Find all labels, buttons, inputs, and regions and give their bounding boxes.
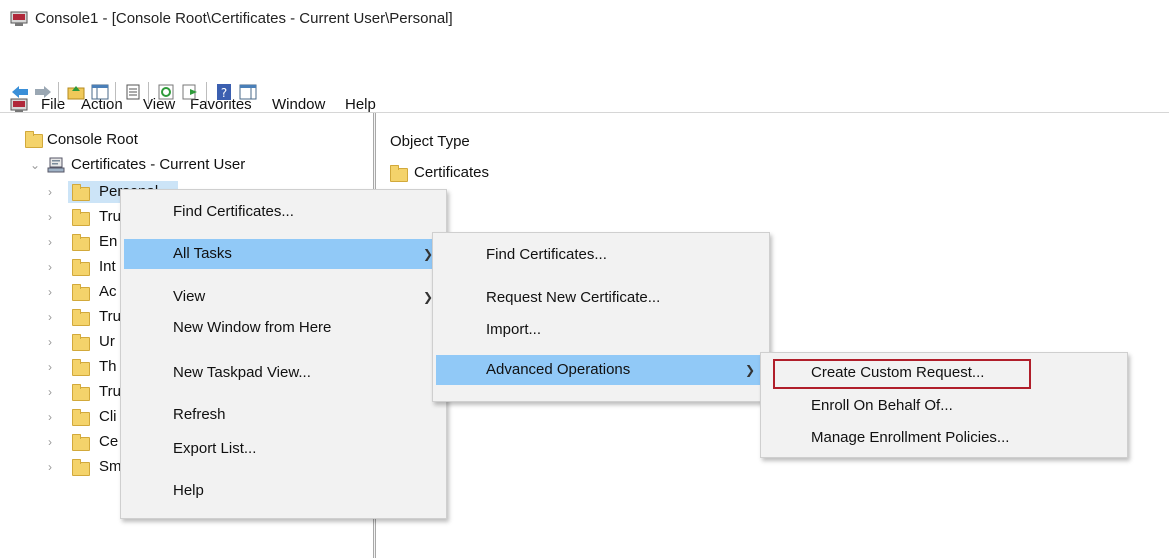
tree-item-label: Tru xyxy=(99,208,121,225)
folder-icon xyxy=(72,334,90,351)
folder-icon xyxy=(72,234,90,251)
mmc-app-icon xyxy=(10,11,28,26)
tree-item-label: Ac xyxy=(99,283,117,300)
show-hide-tree-icon[interactable] xyxy=(90,83,110,101)
refresh-icon[interactable] xyxy=(156,83,176,101)
chevron-right-icon[interactable]: › xyxy=(48,285,52,299)
chevron-right-icon[interactable]: › xyxy=(48,335,52,349)
up-folder-icon[interactable] xyxy=(66,83,86,101)
tree-item-label: Tru xyxy=(99,383,121,400)
tree-item-label: Sm xyxy=(99,458,122,475)
chevron-right-icon[interactable]: › xyxy=(48,460,52,474)
submenu-item-find-certificates[interactable]: Find Certificates... xyxy=(486,246,607,263)
menu-bar: File Action View Favorites Window Help xyxy=(0,46,1169,113)
folder-icon xyxy=(25,131,43,148)
menu-item-all-tasks[interactable]: All Tasks ❯ xyxy=(124,239,443,269)
help-icon[interactable]: ? xyxy=(214,83,234,101)
submenu-item-create-custom-request[interactable]: Create Custom Request... xyxy=(811,364,984,381)
folder-icon xyxy=(72,384,90,401)
chevron-right-icon[interactable]: › xyxy=(48,435,52,449)
folder-icon xyxy=(72,209,90,226)
folder-icon xyxy=(72,259,90,276)
menu-item-label: Advanced Operations xyxy=(486,361,631,378)
chevron-right-icon[interactable]: › xyxy=(48,260,52,274)
details-item-label: Certificates xyxy=(414,164,490,181)
show-hide-action-pane-icon[interactable] xyxy=(238,83,258,101)
menu-item-find-certificates[interactable]: Find Certificates... xyxy=(173,203,294,220)
submenu-item-advanced-operations[interactable]: Advanced Operations ❯ xyxy=(436,355,766,385)
chevron-right-icon[interactable]: › xyxy=(48,185,52,199)
chevron-right-icon: ❯ xyxy=(745,363,756,377)
submenu-item-request-new-certificate[interactable]: Request New Certificate... xyxy=(486,289,660,306)
folder-icon xyxy=(72,434,90,451)
details-item-certificates[interactable]: Certificates xyxy=(388,161,588,183)
folder-icon xyxy=(72,309,90,326)
submenu-item-import[interactable]: Import... xyxy=(486,321,541,338)
menu-item-new-taskpad-view[interactable]: New Taskpad View... xyxy=(173,364,311,381)
chevron-down-icon[interactable]: ⌄ xyxy=(30,158,40,172)
menu-item-new-window[interactable]: New Window from Here xyxy=(173,319,331,336)
tree-item-label: Int xyxy=(99,258,116,275)
menu-item-view[interactable]: View xyxy=(173,288,205,305)
chevron-right-icon[interactable]: › xyxy=(48,360,52,374)
all-tasks-submenu: Find Certificates... Request New Certifi… xyxy=(432,232,770,402)
forward-icon[interactable] xyxy=(33,83,53,101)
back-icon[interactable] xyxy=(10,83,30,101)
chevron-right-icon[interactable]: › xyxy=(48,235,52,249)
folder-icon xyxy=(72,409,90,426)
folder-icon xyxy=(390,165,408,182)
chevron-right-icon[interactable]: › xyxy=(48,385,52,399)
tree-item-certificates-current-user[interactable]: ⌄ Certificates - Current User xyxy=(0,155,374,177)
tree-item-label: Console Root xyxy=(47,131,138,148)
menu-item-label: All Tasks xyxy=(173,245,232,262)
chevron-right-icon[interactable]: › xyxy=(48,310,52,324)
export-list-icon[interactable] xyxy=(180,83,200,101)
chevron-right-icon[interactable]: › xyxy=(48,210,52,224)
properties-icon[interactable] xyxy=(123,83,143,101)
tree-item-label: Ur xyxy=(99,333,115,350)
tree-item-label: Cli xyxy=(99,408,117,425)
menu-item-help[interactable]: Help xyxy=(173,482,204,499)
submenu-item-manage-enrollment-policies[interactable]: Manage Enrollment Policies... xyxy=(811,429,1009,446)
tree-item-label: Ce xyxy=(99,433,119,450)
context-menu: Find Certificates... All Tasks ❯ View ❯ … xyxy=(120,189,447,519)
advanced-operations-submenu: Create Custom Request... Enroll On Behal… xyxy=(760,352,1128,458)
title-bar: Console1 - [Console Root\Certificates - … xyxy=(0,0,1169,38)
menu-item-export-list[interactable]: Export List... xyxy=(173,440,256,457)
certificate-store-icon xyxy=(47,157,65,173)
column-header-object-type[interactable]: Object Type xyxy=(390,133,470,150)
tree-item-label: Tru xyxy=(99,308,121,325)
window-title: Console1 - [Console Root\Certificates - … xyxy=(35,10,453,27)
tree-item-console-root[interactable]: Console Root xyxy=(0,130,374,152)
folder-icon xyxy=(72,184,90,201)
folder-icon xyxy=(72,359,90,376)
svg-text:?: ? xyxy=(221,86,227,100)
folder-icon xyxy=(72,459,90,476)
menu-item-refresh[interactable]: Refresh xyxy=(173,406,226,423)
tree-item-label: Certificates - Current User xyxy=(71,156,246,173)
chevron-right-icon[interactable]: › xyxy=(48,410,52,424)
folder-icon xyxy=(72,284,90,301)
submenu-item-enroll-on-behalf-of[interactable]: Enroll On Behalf Of... xyxy=(811,397,953,414)
tree-item-label: Th xyxy=(99,358,117,375)
tree-item-label: En xyxy=(99,233,118,250)
